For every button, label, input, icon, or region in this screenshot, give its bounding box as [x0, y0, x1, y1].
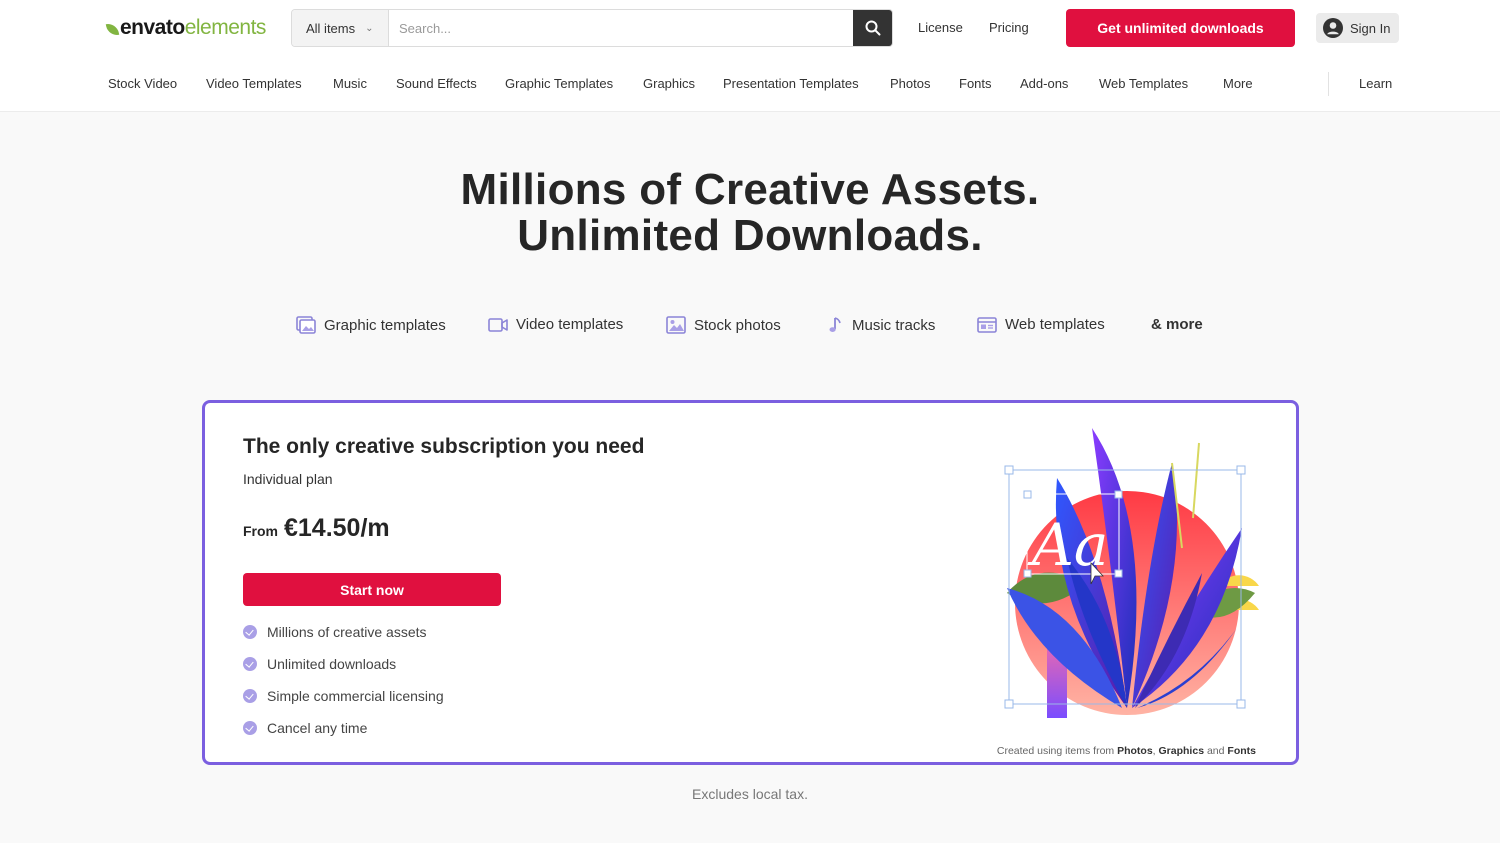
search-input[interactable] [389, 10, 853, 46]
feature-item: Simple commercial licensing [243, 680, 444, 712]
nav-web-templates[interactable]: Web Templates [1099, 76, 1188, 91]
price-value: €14.50/m [284, 514, 390, 542]
hero-title-line1: Millions of Creative Assets. [460, 165, 1040, 214]
pricing-link[interactable]: Pricing [989, 20, 1029, 35]
feature-item: Cancel any time [243, 712, 444, 744]
category-stock-photos[interactable]: Stock photos [666, 316, 781, 334]
category-label: Web templates [1005, 316, 1105, 333]
check-circle-icon [243, 689, 257, 703]
chevron-down-icon: ⌄ [365, 22, 374, 34]
start-now-button[interactable]: Start now [243, 573, 501, 606]
credit-photos: Photos [1117, 745, 1153, 757]
category-music-tracks[interactable]: Music tracks [828, 316, 935, 334]
feature-label: Cancel any time [267, 720, 368, 736]
search-category-dropdown[interactable]: All items ⌄ [292, 10, 389, 46]
license-link[interactable]: License [918, 20, 963, 35]
credit-fonts: Fonts [1227, 745, 1256, 757]
sign-in-label: Sign In [1350, 20, 1391, 36]
category-video-templates[interactable]: Video templates [488, 316, 623, 333]
logo-text-elements: elements [184, 16, 267, 39]
search-bar: All items ⌄ [291, 9, 893, 47]
category-label: Graphic templates [324, 316, 446, 334]
nav-learn[interactable]: Learn [1359, 76, 1392, 91]
feature-label: Simple commercial licensing [267, 688, 444, 704]
check-circle-icon [243, 625, 257, 639]
category-links: Graphic templates Video templates Stock … [0, 316, 1500, 340]
web-template-icon [977, 316, 997, 333]
plan-subtitle: Individual plan [243, 471, 333, 487]
credit-graphics: Graphics [1158, 745, 1205, 757]
nav-fonts[interactable]: Fonts [959, 76, 992, 91]
nav-more[interactable]: More [1223, 76, 1253, 91]
hero-title-line2: Unlimited Downloads. [517, 211, 983, 260]
logo-text-envato: envato [120, 16, 185, 39]
category-more-link[interactable]: & more [1151, 316, 1203, 333]
nav-presentation-templates[interactable]: Presentation Templates [723, 76, 859, 91]
search-category-label: All items [306, 20, 356, 36]
category-nav: Stock Video Video Templates Music Sound … [0, 72, 1500, 98]
check-circle-icon [243, 721, 257, 735]
graphic-templates-icon [296, 316, 316, 334]
feature-label: Unlimited downloads [267, 656, 397, 672]
envato-elements-logo[interactable]: envato elements [105, 14, 267, 42]
leaf-icon [105, 21, 120, 38]
price-from-label: From [243, 523, 278, 539]
credit-separator: , [1152, 745, 1156, 757]
site-header: envatoelements All items ⌄ License Prici… [0, 0, 1500, 112]
nav-graphics[interactable]: Graphics [643, 76, 695, 91]
credit-prefix: Created using items from [996, 745, 1115, 757]
nav-video-templates[interactable]: Video Templates [206, 76, 302, 91]
nav-stock-video[interactable]: Stock Video [108, 76, 177, 91]
category-label: Music tracks [852, 316, 936, 334]
video-icon [488, 317, 508, 332]
nav-sound-effects[interactable]: Sound Effects [396, 76, 477, 91]
hero-title: Millions of Creative Assets. Unlimited D… [0, 167, 1500, 259]
nav-photos[interactable]: Photos [890, 76, 930, 91]
category-label: Stock photos [694, 316, 781, 334]
photo-icon [666, 316, 686, 334]
category-graphic-templates[interactable]: Graphic templates [296, 316, 446, 334]
music-note-icon [829, 317, 841, 332]
plan-title: The only creative subscription you need [243, 435, 645, 458]
sign-in-button[interactable]: Sign In [1316, 13, 1399, 43]
feature-label: Millions of creative assets [267, 624, 427, 640]
image-credit: Created using items from Photos, Graphic… [997, 745, 1256, 757]
search-button[interactable] [853, 10, 892, 46]
feature-item: Millions of creative assets [243, 616, 444, 648]
category-web-templates[interactable]: Web templates [977, 316, 1105, 333]
feature-item: Unlimited downloads [243, 648, 444, 680]
feature-list: Millions of creative assets Unlimited do… [243, 616, 444, 744]
search-icon [865, 20, 880, 36]
tax-note: Excludes local tax. [692, 786, 808, 802]
nav-music[interactable]: Music [333, 76, 367, 91]
nav-add-ons[interactable]: Add-ons [1020, 76, 1068, 91]
nav-graphic-templates[interactable]: Graphic Templates [505, 76, 613, 91]
get-unlimited-downloads-button[interactable]: Get unlimited downloads [1066, 9, 1295, 47]
check-circle-icon [243, 657, 257, 671]
user-avatar-icon [1323, 18, 1343, 38]
price-row: From €14.50/m [243, 514, 390, 543]
category-label: Video templates [516, 316, 624, 333]
plant-illustration: Aa [1004, 428, 1259, 718]
nav-divider [1328, 72, 1329, 96]
subscription-card: The only creative subscription you need … [202, 400, 1299, 765]
credit-and: and [1206, 745, 1225, 757]
